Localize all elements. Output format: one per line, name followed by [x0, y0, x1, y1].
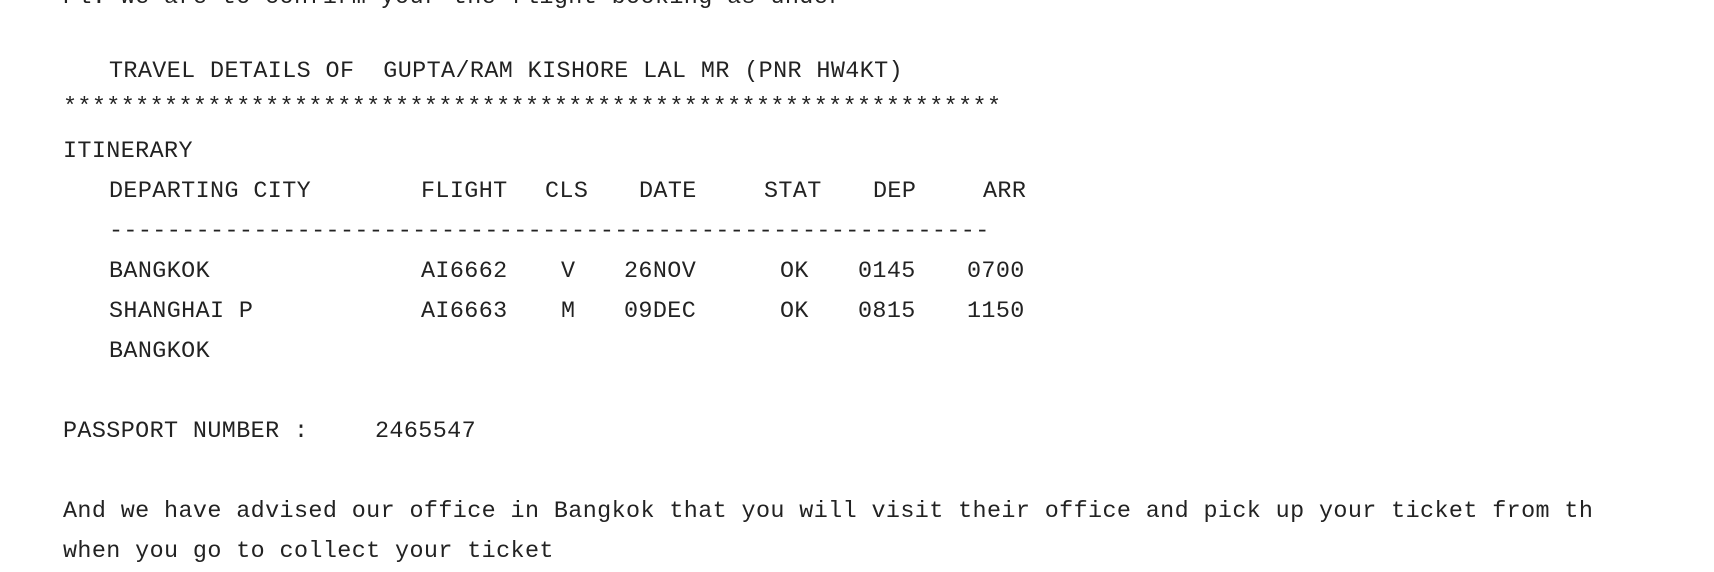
row-class: M: [561, 299, 576, 325]
row-date: 09DEC: [624, 299, 697, 325]
intro-text-cut: Pl. We are to confirm your the flight bo…: [63, 0, 843, 18]
header-flight: FLIGHT: [421, 179, 508, 205]
closing-text-line-1: And we have advised our office in Bangko…: [63, 499, 1594, 525]
row-class: V: [561, 259, 576, 285]
row-departure: 0815: [858, 299, 916, 325]
row-flight: AI6662: [421, 259, 508, 285]
row-city: BANGKOK: [109, 339, 211, 365]
passport-number: 2465547: [375, 419, 477, 445]
header-arrival: ARR: [983, 179, 1027, 205]
passport-label: PASSPORT NUMBER :: [63, 419, 309, 445]
star-separator: ****************************************…: [63, 95, 1002, 121]
row-arrival: 0700: [967, 259, 1025, 285]
row-status: OK: [780, 299, 809, 325]
travel-details-heading: TRAVEL DETAILS OF GUPTA/RAM KISHORE LAL …: [109, 59, 904, 85]
row-status: OK: [780, 259, 809, 285]
header-status: STAT: [764, 179, 822, 205]
row-departure: 0145: [858, 259, 916, 285]
row-arrival: 1150: [967, 299, 1025, 325]
header-date: DATE: [639, 179, 697, 205]
header-departure: DEP: [873, 179, 917, 205]
row-city: BANGKOK: [109, 259, 211, 285]
row-date: 26NOV: [624, 259, 697, 285]
row-city: SHANGHAI P: [109, 299, 254, 325]
header-departing-city: DEPARTING CITY: [109, 179, 312, 205]
row-flight: AI6663: [421, 299, 508, 325]
document-page: Pl. We are to confirm your the flight bo…: [63, 0, 1714, 565]
header-class: CLS: [545, 179, 589, 205]
closing-text-line-2: when you go to collect your ticket: [63, 539, 554, 565]
itinerary-label: ITINERARY: [63, 139, 193, 165]
header-divider: ----------------------------------------…: [109, 219, 990, 245]
